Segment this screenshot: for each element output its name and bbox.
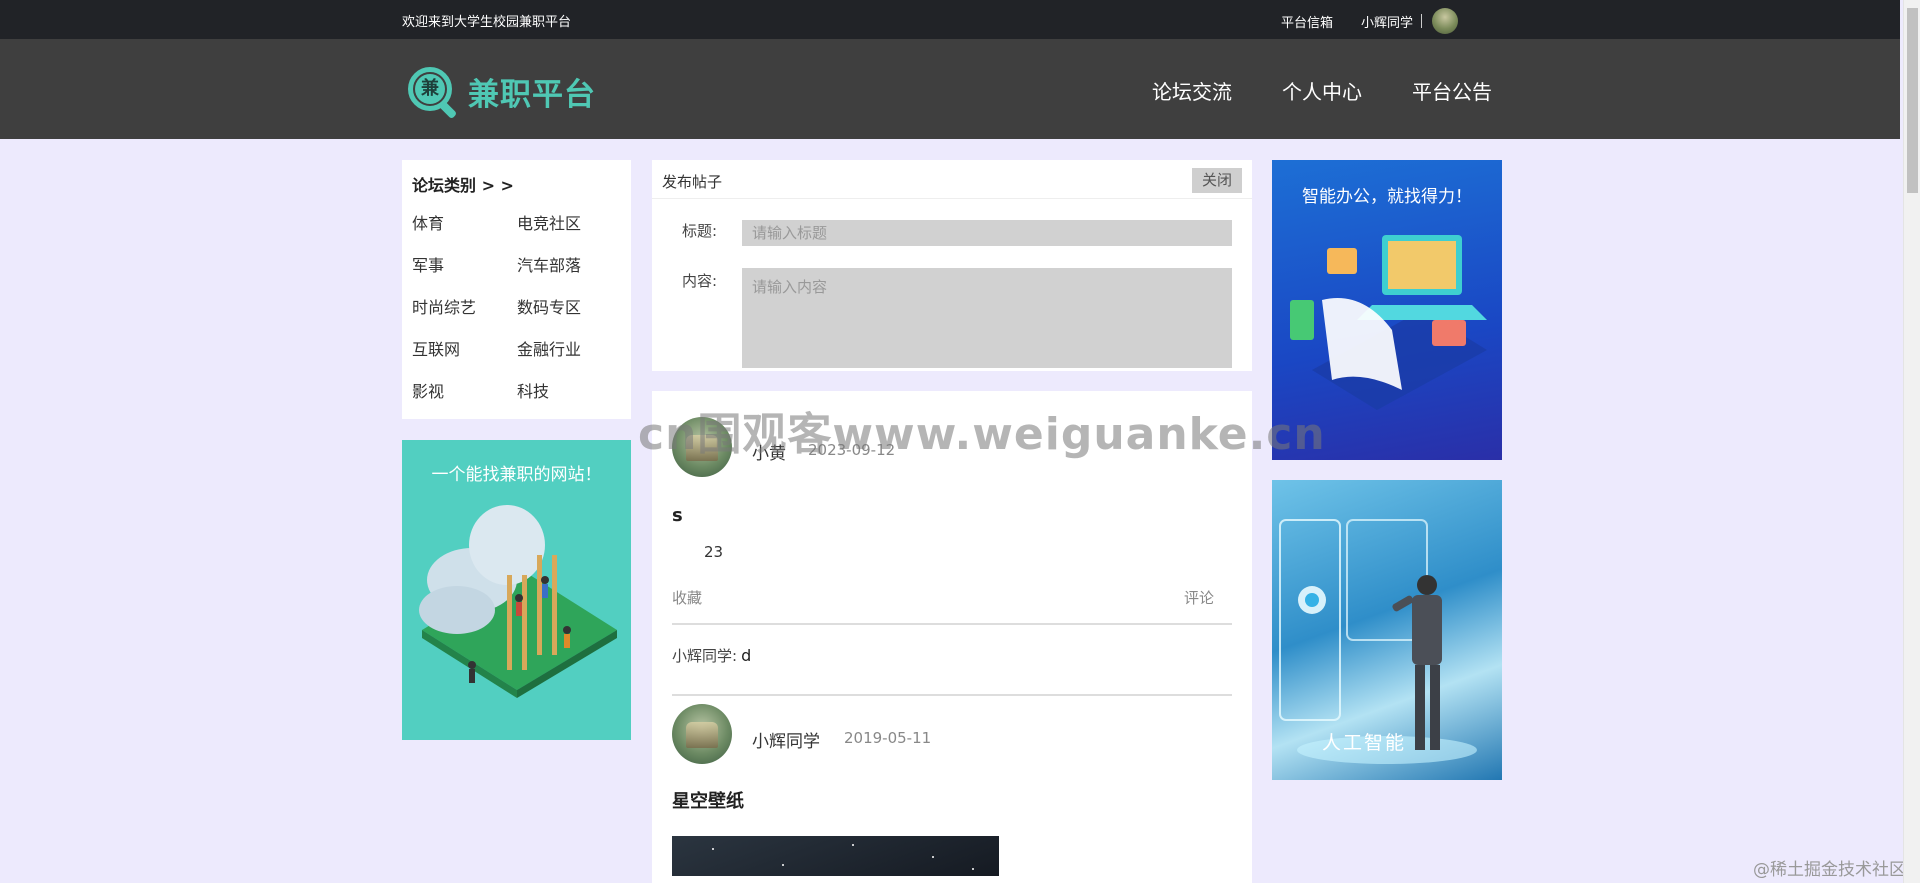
category-list: 体育 电竞社区 军事 汽车部落 时尚综艺 数码专区 互联网 金融行业 影视 科技: [412, 210, 621, 402]
watermark-text: cn围观客www.weiguanke.cn: [638, 409, 1326, 460]
title-input[interactable]: [742, 220, 1232, 246]
close-button[interactable]: 关闭: [1192, 168, 1242, 193]
divider: [1421, 14, 1423, 28]
post-date: 2019-05-11: [844, 729, 932, 747]
logo-glyph: 兼: [415, 74, 445, 104]
site-header: 兼 兼职平台 论坛交流 个人中心 平台公告: [0, 39, 1900, 139]
post-form-header: 发布帖子 关闭: [652, 160, 1252, 199]
favorite-button[interactable]: 收藏: [672, 587, 702, 608]
title-row: 标题:: [682, 220, 1232, 246]
category-item[interactable]: 体育: [412, 210, 517, 234]
nav-forum[interactable]: 论坛交流: [1152, 76, 1232, 105]
cloud-ladder-illustration: [419, 505, 617, 698]
user-avatar[interactable]: [1432, 8, 1459, 34]
platform-mailbox-link[interactable]: 平台信箱: [1281, 12, 1333, 31]
category-item[interactable]: 科技: [517, 378, 617, 402]
categories-title: 论坛类别 > >: [412, 176, 514, 195]
right-bottom-ad-banner[interactable]: 人工智能: [1272, 480, 1502, 780]
content-label: 内容:: [682, 272, 718, 290]
divider: [672, 694, 1232, 696]
category-item[interactable]: 数码专区: [517, 294, 617, 318]
category-item[interactable]: 互联网: [412, 336, 517, 360]
main-nav: 论坛交流 个人中心 平台公告: [1152, 76, 1542, 105]
forum-categories: 论坛类别 > > 体育 电竞社区 军事 汽车部落 时尚综艺 数码专区 互联网 金…: [402, 160, 631, 419]
category-item[interactable]: 军事: [412, 252, 517, 276]
welcome-text: 欢迎来到大学生校园兼职平台: [402, 15, 572, 30]
category-item[interactable]: 汽车部落: [517, 252, 617, 276]
current-user-name[interactable]: 小辉同学: [1361, 12, 1413, 31]
comment-author: 小辉同学:: [672, 647, 738, 665]
post-title[interactable]: s: [672, 505, 683, 526]
post-form-title: 发布帖子: [662, 173, 723, 191]
category-item[interactable]: 时尚综艺: [412, 294, 517, 318]
comment-item: 小辉同学: d: [672, 645, 751, 666]
post-author[interactable]: 小辉同学: [752, 727, 820, 752]
scrollbar-thumb[interactable]: [1907, 8, 1918, 193]
comment-text: d: [741, 646, 752, 665]
footer-watermark: @稀土掘金技术社区: [1753, 860, 1906, 880]
comment-button[interactable]: 评论: [1184, 587, 1214, 608]
post-title[interactable]: 星空壁纸: [672, 787, 744, 813]
starry-sky-image[interactable]: [672, 836, 999, 876]
logo-text: 兼职平台: [468, 76, 596, 113]
left-ad-banner[interactable]: 一个能找兼职的网站！: [402, 440, 631, 740]
title-label: 标题:: [682, 222, 718, 240]
post-feed: 小黄 2023-09-12 s 23 收藏 评论 小辉同学: d 小辉同学 201…: [652, 391, 1252, 883]
top-bar: 欢迎来到大学生校园兼职平台 平台信箱 小辉同学: [0, 0, 1900, 39]
post-form: 发布帖子 关闭 标题: 内容:: [652, 160, 1252, 371]
content-row: 内容:: [682, 268, 1232, 368]
site-logo[interactable]: 兼 兼职平台: [406, 65, 596, 120]
category-item[interactable]: 影视: [412, 378, 517, 402]
category-item[interactable]: 金融行业: [517, 336, 617, 360]
author-avatar[interactable]: [672, 704, 732, 764]
logo-magnifier-icon: 兼: [406, 65, 458, 120]
top-bar-right: 平台信箱 小辉同学: [1281, 8, 1459, 34]
nav-personal-center[interactable]: 个人中心: [1282, 76, 1362, 105]
divider: [672, 623, 1232, 625]
page-scrollbar[interactable]: [1903, 0, 1920, 883]
nav-announcements[interactable]: 平台公告: [1412, 76, 1492, 105]
post-body: 23: [704, 543, 724, 561]
right-bottom-ad-text: 人工智能: [1322, 732, 1407, 754]
category-item[interactable]: 电竞社区: [517, 210, 617, 234]
content-input[interactable]: [742, 268, 1232, 368]
